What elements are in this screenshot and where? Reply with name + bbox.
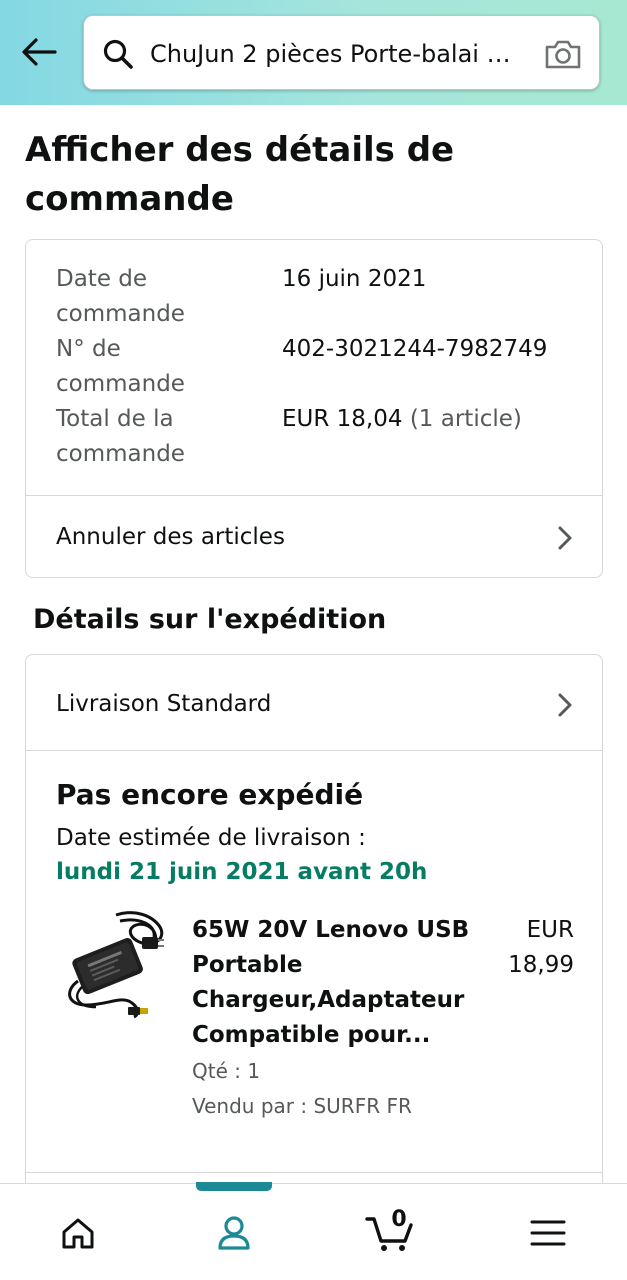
product-price-currency: EUR <box>526 917 574 943</box>
order-total-label: Total de la commande <box>56 406 185 467</box>
order-total-value: EUR 18,04 <box>282 406 403 432</box>
divider <box>26 750 602 751</box>
cart-count-badge: 0 <box>391 1207 407 1232</box>
search-icon <box>103 39 133 69</box>
shipping-card: Livraison Standard Pas encore expédié Da… <box>25 654 603 1214</box>
product-seller: Vendu par : SURFR FR <box>192 1094 412 1118</box>
product-price: EUR 18,99 <box>488 913 574 983</box>
chevron-right-icon <box>558 526 572 550</box>
order-summary-card: Date de commande 16 juin 2021 N° de comm… <box>25 239 603 578</box>
order-date-row: Date de commande 16 juin 2021 <box>56 262 576 332</box>
order-date-label: Date de commande <box>56 266 185 327</box>
search-input[interactable]: ChuJun 2 pièces Porte-balai Magnétique <box>150 36 526 72</box>
product-image[interactable] <box>56 907 168 1019</box>
search-bar[interactable]: ChuJun 2 pièces Porte-balai Magnétique <box>83 15 600 90</box>
order-number-value: 402-3021244-7982749 <box>282 336 548 362</box>
product-title-link[interactable]: 65W 20V Lenovo USB Portable Chargeur,Ada… <box>192 913 492 1053</box>
cancel-items-button[interactable]: Annuler des articles <box>26 496 602 577</box>
page-title: Afficher des détails de commande <box>25 130 455 219</box>
active-tab-indicator <box>196 1182 272 1191</box>
order-number-row: N° de commande 402-3021244-7982749 <box>56 332 576 402</box>
order-item-count: (1 article) <box>409 406 522 432</box>
camera-icon[interactable] <box>543 38 583 70</box>
divider <box>26 1172 602 1173</box>
cancel-items-label: Annuler des articles <box>56 524 285 550</box>
home-icon <box>62 1218 94 1248</box>
bottom-navigation <box>0 1183 627 1280</box>
shipping-method-label: Livraison Standard <box>56 691 272 717</box>
user-icon <box>218 1215 250 1250</box>
nav-account-button[interactable] <box>156 1184 312 1280</box>
order-summary-list: Date de commande 16 juin 2021 N° de comm… <box>56 262 576 472</box>
shipping-section-title: Détails sur l'expédition <box>33 604 387 635</box>
order-date-value: 16 juin 2021 <box>282 266 427 292</box>
shipping-method-button[interactable]: Livraison Standard <box>26 663 602 745</box>
hamburger-menu-icon <box>530 1220 566 1245</box>
top-header: ChuJun 2 pièces Porte-balai Magnétique <box>0 0 627 105</box>
delivery-estimate-label: Date estimée de livraison : <box>56 825 366 851</box>
product-quantity: Qté : 1 <box>192 1059 261 1083</box>
nav-menu-button[interactable] <box>470 1184 626 1280</box>
product-price-value: 18,99 <box>508 952 574 978</box>
delivery-estimate-date: lundi 21 juin 2021 avant 20h <box>56 859 428 885</box>
arrow-left-icon <box>22 38 57 66</box>
back-button[interactable] <box>18 32 60 72</box>
order-total-row: Total de la commande EUR 18,04 (1 articl… <box>56 402 576 472</box>
nav-home-button[interactable] <box>0 1184 156 1280</box>
chevron-right-icon <box>558 693 572 717</box>
order-number-label: N° de commande <box>56 336 185 397</box>
order-total-value-wrap: EUR 18,04 (1 article) <box>282 402 582 437</box>
shipment-status: Pas encore expédié <box>56 778 364 811</box>
